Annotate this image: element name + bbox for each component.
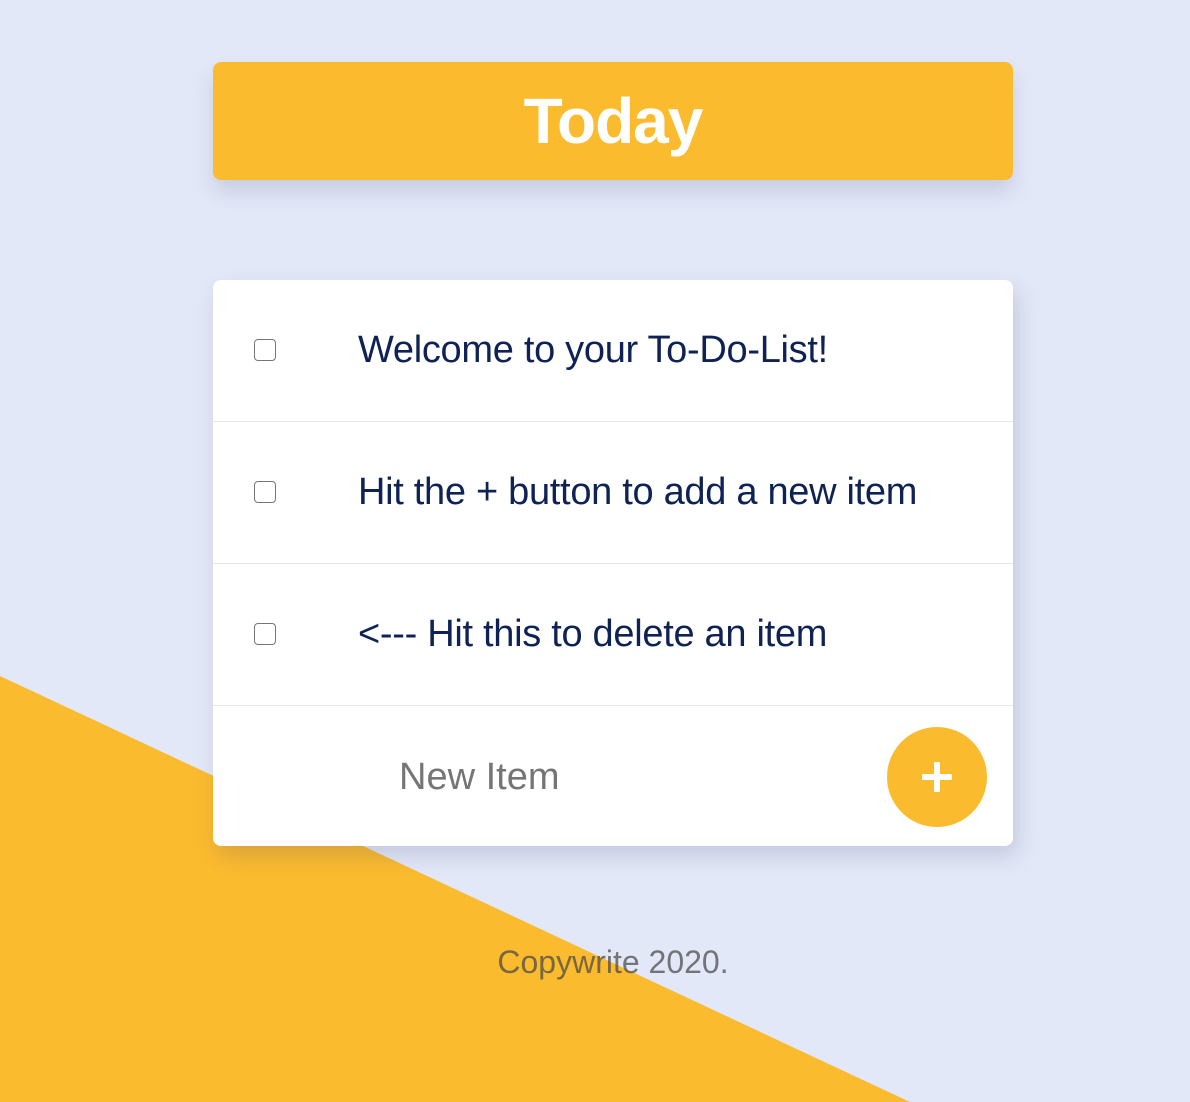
- list-item: Hit the + button to add a new item: [213, 422, 1013, 564]
- item-checkbox[interactable]: [254, 339, 276, 361]
- new-item-input[interactable]: [313, 752, 699, 802]
- todo-list-card: Welcome to your To-Do-List! Hit the + bu…: [213, 280, 1013, 846]
- add-item-button[interactable]: [887, 727, 987, 827]
- new-item-form: [213, 706, 1013, 846]
- list-item: Welcome to your To-Do-List!: [213, 280, 1013, 422]
- item-label: Welcome to your To-Do-List!: [358, 329, 828, 371]
- list-item: <--- Hit this to delete an item: [213, 564, 1013, 706]
- item-checkbox[interactable]: [254, 623, 276, 645]
- item-label: Hit the + button to add a new item: [358, 471, 918, 513]
- header-box: Today: [213, 62, 1013, 180]
- page-title: Today: [523, 85, 704, 157]
- item-checkbox[interactable]: [254, 481, 276, 503]
- item-label: <--- Hit this to delete an item: [358, 613, 828, 655]
- plus-icon: [922, 762, 952, 792]
- footer-copyright: Copywrite 2020.: [497, 944, 729, 980]
